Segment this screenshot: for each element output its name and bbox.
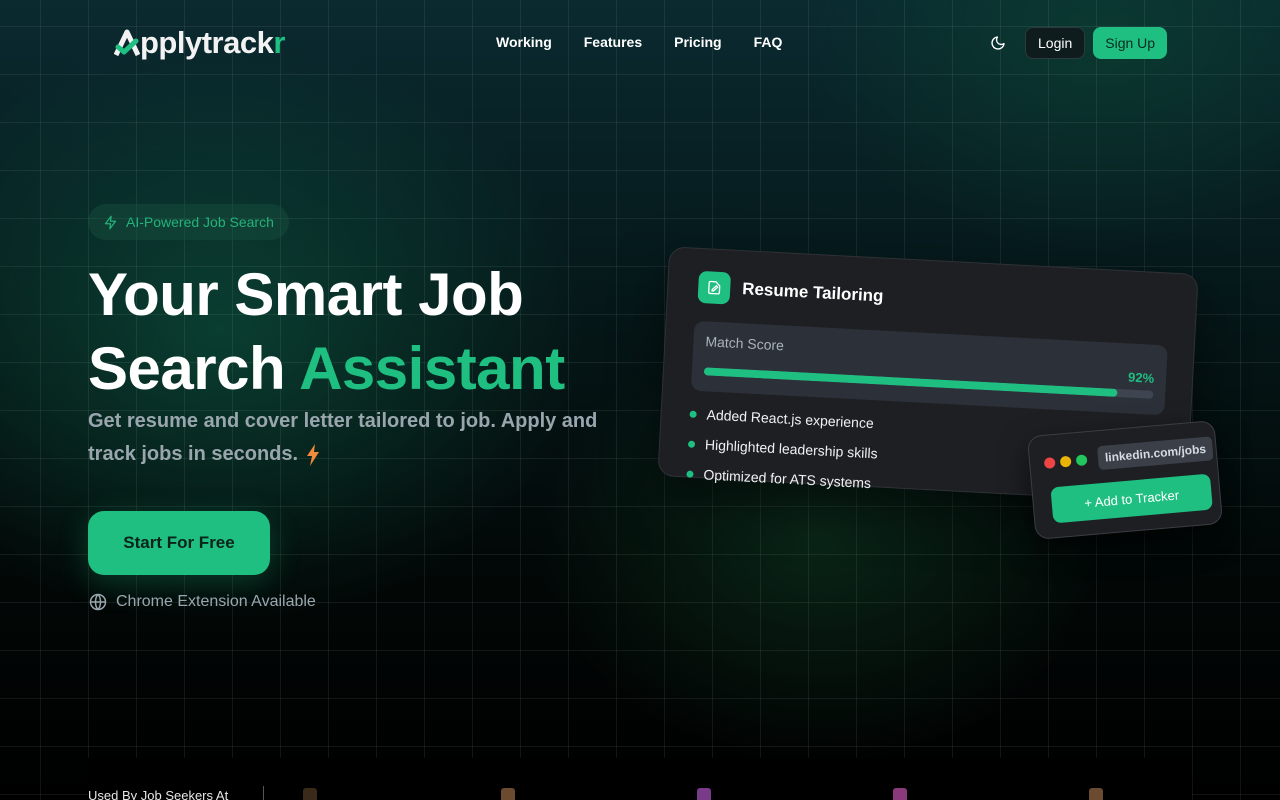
brand-name: pplytrack: [140, 25, 274, 60]
bullet-dot: [689, 410, 697, 418]
extension-text: Chrome Extension Available: [116, 593, 316, 610]
brand-logo[interactable]: pplytrack r: [114, 25, 285, 61]
main-nav: Working Features Pricing FAQ: [496, 34, 814, 50]
nav-actions: Login Sign Up: [988, 27, 1168, 59]
hero-title: Your Smart Job Search Assistant: [88, 258, 648, 406]
bullet-dot: [687, 440, 696, 448]
tailoring-points: Added React.js experience Highlighted le…: [686, 399, 880, 499]
badge-text: AI-Powered Job Search: [126, 214, 274, 230]
company-logo-icon: [893, 788, 907, 800]
nav-link-faq[interactable]: FAQ: [754, 34, 783, 50]
nav-link-working[interactable]: Working: [496, 34, 552, 50]
lightning-icon: [104, 215, 117, 229]
close-dot-icon: [1043, 457, 1056, 469]
ai-badge: AI-Powered Job Search: [88, 204, 289, 240]
match-score-value: 92%: [1127, 369, 1155, 386]
nav-link-pricing[interactable]: Pricing: [674, 34, 721, 50]
point-text: Highlighted leadership skills: [704, 436, 879, 462]
hero-title-line2: Search: [88, 335, 286, 402]
hero-title-line1: Your Smart Job: [88, 261, 524, 328]
hero-subtitle: Get resume and cover letter tailored to …: [88, 405, 628, 471]
minimize-dot-icon: [1059, 455, 1072, 468]
hero-subtitle-text: Get resume and cover letter tailored to …: [88, 410, 598, 465]
match-score-fill: [703, 367, 1118, 397]
start-free-button[interactable]: Start For Free: [88, 511, 270, 575]
match-score-box: Match Score 92%: [690, 320, 1168, 416]
strip-divider: [263, 786, 264, 800]
brand-name-accent: r: [273, 25, 285, 60]
globe-icon: [89, 593, 107, 611]
logo-strip: Used By Job Seekers At: [88, 758, 1192, 800]
job-tracker-card: linkedin.com/jobs + Add to Tracker: [1026, 420, 1224, 540]
point-text: Added React.js experience: [706, 406, 875, 432]
lightning-emoji-icon: [307, 443, 320, 466]
login-button[interactable]: Login: [1025, 27, 1086, 59]
card-header: Resume Tailoring: [697, 270, 884, 313]
logo-mark-icon: [114, 29, 140, 57]
company-logo-icon: [501, 788, 515, 800]
company-logo-icon: [303, 788, 317, 800]
logo-strip-label: Used By Job Seekers At: [88, 788, 229, 800]
card-title: Resume Tailoring: [741, 279, 884, 306]
company-logo-icon: [697, 788, 711, 800]
document-edit-icon: [697, 270, 732, 305]
hero-title-highlight: Assistant: [299, 335, 565, 402]
match-score-label: Match Score: [705, 333, 785, 354]
add-to-tracker-button[interactable]: + Add to Tracker: [1050, 473, 1213, 524]
url-chip: linkedin.com/jobs: [1096, 436, 1214, 471]
bullet-dot: [686, 470, 694, 478]
window-controls: [1043, 454, 1088, 469]
match-score-track: [703, 367, 1154, 399]
maximize-dot-icon: [1075, 454, 1088, 467]
nav-link-features[interactable]: Features: [584, 34, 642, 50]
moon-icon[interactable]: [988, 33, 1008, 53]
company-logo-icon: [1089, 788, 1103, 800]
signup-button[interactable]: Sign Up: [1093, 27, 1168, 59]
chrome-extension-note: Chrome Extension Available: [88, 592, 316, 612]
point-text: Optimized for ATS systems: [703, 466, 872, 492]
